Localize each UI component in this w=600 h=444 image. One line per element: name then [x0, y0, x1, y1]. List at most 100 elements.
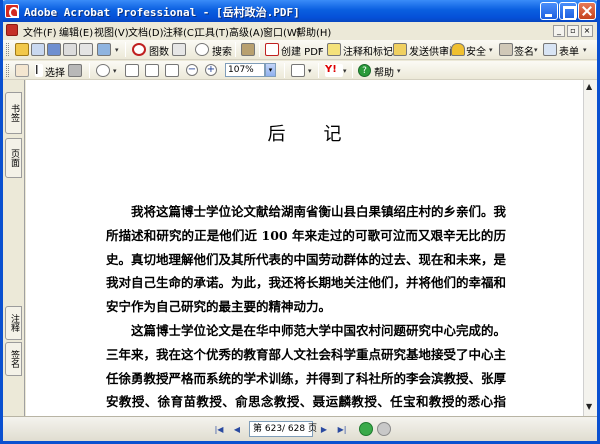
- email-icon[interactable]: [79, 43, 93, 56]
- menu-document[interactable]: 文档(D): [128, 24, 164, 39]
- first-page-icon[interactable]: |◀: [212, 423, 226, 436]
- text-select-icon[interactable]: I: [35, 64, 43, 77]
- status-bar: |◀ ◀ 第 623/ 628 页 ▶ ▶|: [3, 416, 597, 441]
- help-icon[interactable]: ?: [358, 64, 371, 77]
- zoom-out-icon[interactable]: −: [186, 64, 198, 76]
- pdf-package-label[interactable]: 图数: [149, 43, 169, 58]
- secondary-toolbar: I 选择 ▾ − + 107% ▾ ▾ Y! ▾ ? 帮助 ▾: [3, 61, 597, 80]
- bookmarks-tab[interactable]: 书签: [5, 92, 22, 134]
- paragraph: 我将这篇博士学位论文献给湖南省衡山县白果镇绍庄村的乡亲们。我所描述和研究的正是他…: [106, 204, 507, 315]
- next-view-icon[interactable]: [377, 422, 391, 436]
- menu-help[interactable]: 帮助(H): [296, 24, 331, 39]
- paragraph: 这篇博士学位论文是在华中师范大学中国农村问题研究中心完成的。三年来，我在这个优秀…: [106, 322, 507, 410]
- menu-bar: 文件(F) 编辑(E) 视图(V) 文档(D) 注释(C) 工具(T) 高级(A…: [3, 22, 597, 39]
- send-review-icon[interactable]: [393, 43, 407, 56]
- menu-advanced[interactable]: 高级(A): [229, 24, 264, 39]
- print-icon[interactable]: [63, 43, 77, 56]
- security-label[interactable]: 安全: [466, 43, 486, 58]
- chevron-down-icon[interactable]: ▾: [113, 67, 117, 75]
- page-title: 后记: [267, 124, 380, 145]
- menu-tools[interactable]: 工具(T): [195, 24, 229, 39]
- forms-label[interactable]: 表单: [559, 43, 579, 58]
- main-toolbar: ▾ 图数 搜索 创建 PDF ▾ 注释和标记 ▾ 发送供审阅 ▾ 安全 ▾ 签名…: [3, 40, 597, 60]
- chevron-down-icon[interactable]: ▾: [534, 46, 538, 54]
- previous-page-icon[interactable]: ◀: [230, 423, 244, 436]
- create-pdf-from-file-icon[interactable]: [31, 43, 45, 56]
- toolbar-separator: [89, 63, 90, 78]
- search-icon[interactable]: [195, 43, 209, 56]
- chevron-down-icon[interactable]: ▾: [489, 46, 493, 54]
- signatures-tab[interactable]: 签名: [5, 342, 22, 376]
- pdf-package-icon[interactable]: [132, 43, 146, 56]
- attach-icon[interactable]: [97, 43, 111, 56]
- toolbar-separator: [125, 42, 126, 57]
- yahoo-icon[interactable]: Y!: [325, 64, 343, 77]
- maximize-button[interactable]: [559, 2, 577, 20]
- chevron-down-icon[interactable]: ▾: [308, 67, 312, 75]
- menu-view[interactable]: 视图(V): [94, 24, 129, 39]
- title-bar[interactable]: Adobe Acrobat Professional - [岳村政治.PDF]: [3, 0, 597, 22]
- previous-view-icon[interactable]: [359, 422, 373, 436]
- scroll-up-icon[interactable]: ▲: [586, 82, 592, 91]
- toolbar-separator: [318, 63, 319, 78]
- create-pdf-icon[interactable]: [265, 43, 279, 56]
- chevron-down-icon[interactable]: ▾: [384, 46, 388, 54]
- forms-icon[interactable]: [543, 43, 557, 56]
- chevron-down-icon[interactable]: ▾: [397, 67, 401, 75]
- toolbar-grip[interactable]: [6, 43, 9, 56]
- toolbar-separator: [352, 63, 353, 78]
- next-page-icon[interactable]: ▶: [317, 423, 331, 436]
- toolbar-grip[interactable]: [6, 64, 9, 77]
- help-label[interactable]: 帮助: [374, 64, 394, 79]
- print-small-icon[interactable]: [172, 43, 186, 56]
- toolbar-separator: [235, 42, 236, 57]
- chevron-down-icon[interactable]: ▾: [115, 46, 119, 54]
- acrobat-app-icon[interactable]: [5, 4, 19, 18]
- document-icon[interactable]: [6, 24, 18, 36]
- lock-icon[interactable]: [451, 43, 465, 56]
- chevron-down-icon[interactable]: ▾: [343, 67, 347, 75]
- document-page[interactable]: 后记 我将这篇博士学位论文献给湖南省衡山县白果镇绍庄村的乡亲们。我所描述和研究的…: [26, 80, 583, 416]
- sign-label[interactable]: 签名: [514, 43, 534, 58]
- comment-markup-icon[interactable]: [327, 43, 341, 56]
- scroll-down-icon[interactable]: ▼: [586, 402, 592, 411]
- menu-edit[interactable]: 编辑(E): [59, 24, 93, 39]
- hand-tool-icon[interactable]: [15, 64, 29, 77]
- comments-tab[interactable]: 注释: [5, 306, 22, 340]
- zoom-in-icon[interactable]: +: [205, 64, 217, 76]
- snapshot-icon[interactable]: [68, 64, 82, 77]
- navigation-pane: 书签 页面 注释 签名: [3, 80, 25, 416]
- chevron-down-icon[interactable]: ▾: [318, 46, 322, 54]
- zoom-dropdown-icon[interactable]: ▾: [265, 63, 276, 77]
- doc-close-icon[interactable]: ×: [581, 25, 593, 37]
- open-folder-icon[interactable]: [15, 43, 29, 56]
- menu-comments[interactable]: 注释(C): [163, 24, 198, 39]
- toolbar-separator: [284, 63, 285, 78]
- close-button[interactable]: [578, 2, 596, 20]
- search-label[interactable]: 搜索: [212, 43, 232, 58]
- acrobat-window: Adobe Acrobat Professional - [岳村政治.PDF] …: [0, 0, 600, 444]
- page-body: 我将这篇博士学位论文献给湖南省衡山县白果镇绍庄村的乡亲们。我所描述和研究的正是他…: [106, 200, 506, 416]
- doc-minimize-icon[interactable]: _: [553, 25, 565, 37]
- sign-pen-icon[interactable]: [499, 43, 513, 56]
- fit-page-icon[interactable]: [145, 64, 159, 77]
- vertical-scrollbar[interactable]: ▲ ▼: [583, 80, 597, 416]
- rotate-view-icon[interactable]: [291, 64, 305, 77]
- minimize-button[interactable]: [540, 2, 558, 20]
- save-icon[interactable]: [47, 43, 61, 56]
- zoom-icon[interactable]: [96, 64, 110, 77]
- page-number-field[interactable]: 第 623/ 628 页: [249, 421, 317, 437]
- doc-restore-icon[interactable]: ▫: [567, 25, 579, 37]
- zoom-input[interactable]: 107%: [225, 63, 265, 77]
- pages-tab[interactable]: 页面: [5, 138, 22, 178]
- last-page-icon[interactable]: ▶|: [335, 423, 349, 436]
- actual-size-icon[interactable]: [125, 64, 139, 77]
- chevron-down-icon[interactable]: ▾: [583, 46, 587, 54]
- document-window-controls: _ ▫ ×: [551, 23, 595, 37]
- fit-width-icon[interactable]: [165, 64, 179, 77]
- window-title: Adobe Acrobat Professional - [岳村政治.PDF]: [24, 6, 300, 19]
- chevron-down-icon[interactable]: ▾: [443, 46, 447, 54]
- organizer-icon[interactable]: [241, 43, 255, 56]
- menu-file[interactable]: 文件(F): [23, 24, 57, 39]
- select-label[interactable]: 选择: [45, 64, 65, 79]
